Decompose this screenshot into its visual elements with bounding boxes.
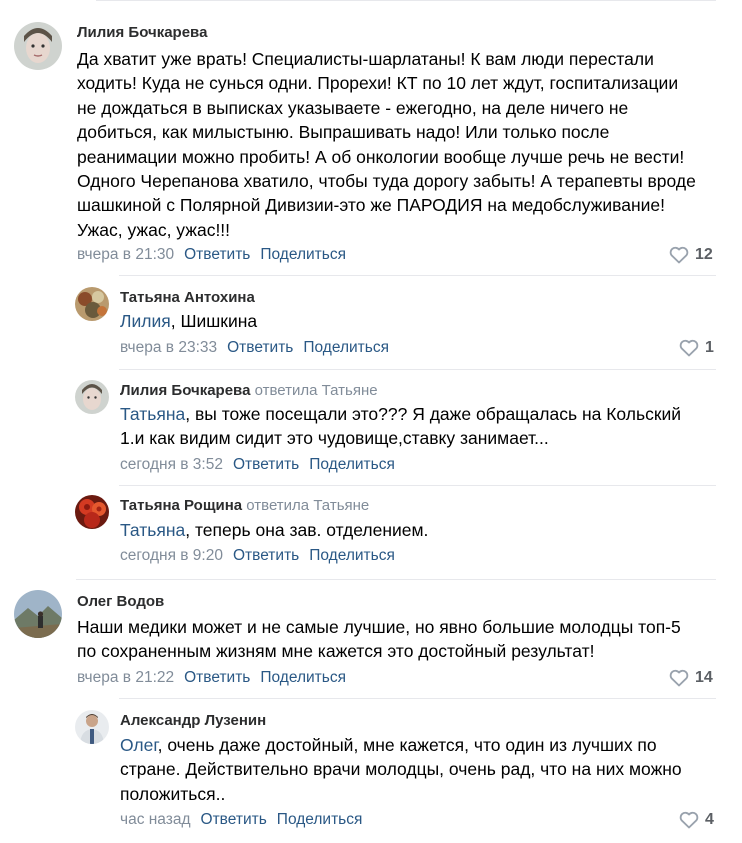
mention-link[interactable]: Татьяна [120,520,185,540]
heart-icon [669,669,689,687]
timestamp[interactable]: вчера в 21:30 [77,246,174,263]
like-count: 14 [695,669,713,686]
timestamp[interactable]: вчера в 21:22 [77,669,174,686]
top-divider [96,0,716,1]
text-line: положиться.. [120,783,226,804]
text-line: , теперь она зав. отделением. [185,520,429,540]
avatar[interactable] [14,590,62,638]
share-button[interactable]: Поделиться [309,456,395,473]
like-button[interactable]: 14 [669,669,713,687]
share-button[interactable]: Поделиться [260,669,346,686]
author-name[interactable]: Татьяна Антохина [120,289,255,306]
text-line: стране. Действительно врачи молодцы, оче… [120,759,682,780]
reply-button[interactable]: Ответить [233,456,299,473]
like-button[interactable]: 1 [679,339,714,357]
like-count: 4 [705,811,714,828]
author-name[interactable]: Олег Водов [77,593,164,610]
mention-link[interactable]: Лилия [120,311,171,331]
mention-link[interactable]: Олег [120,735,158,755]
author-name[interactable]: Лилия Бочкарева [77,24,207,41]
timestamp[interactable]: вчера в 23:33 [120,339,217,356]
avatar[interactable] [75,495,109,529]
heart-icon [669,246,689,264]
timestamp[interactable]: сегодня в 3:52 [120,456,223,473]
replied-to[interactable]: ответила Татьяне [246,497,369,514]
text-line: не дождаться в выписках указываете - еже… [77,97,629,118]
divider [76,579,716,580]
text-line: 1.и как видим сидит это чудовище,ставку … [120,428,549,449]
timestamp[interactable]: час назад [120,811,191,828]
share-button[interactable]: Поделиться [303,339,389,356]
like-button[interactable]: 4 [679,811,714,829]
author-name[interactable]: Лилия Бочкарева [120,382,250,399]
text-line: , Шишкина [170,311,258,331]
avatar[interactable] [75,380,109,414]
comment-text: Лилия, Шишкина [120,309,257,333]
comment-text: Татьяна, вы тоже посещали это??? Я даже … [120,402,681,451]
like-button[interactable]: 12 [669,246,713,264]
text-line: ходить! Куда не сунься одни. Прорехи! КТ… [77,73,679,94]
author-name[interactable]: Татьяна Рощина [120,497,242,514]
comment-text: Да хватит уже врать! Специалисты-шарлата… [77,47,696,242]
text-line: по сохраненным жизням мне кажется это до… [77,641,595,662]
divider [119,698,716,699]
mention-link[interactable]: Татьяна [120,404,185,424]
comment-text: Наши медики может и не самые лучшие, но … [77,615,681,664]
reply-button[interactable]: Ответить [233,547,299,564]
divider [119,369,716,370]
comment-text: Татьяна, теперь она зав. отделением. [120,518,428,542]
share-button[interactable]: Поделиться [277,811,363,828]
avatar[interactable] [14,22,62,70]
text-line: реанимации можно пробить! А об онкологии… [77,146,685,167]
text-line: Наши медики может и не самые лучшие, но … [77,617,681,637]
share-button[interactable]: Поделиться [260,246,346,263]
text-line: Одного Черепанова хватило, чтобы туда до… [77,171,696,192]
author-name[interactable]: Александр Лузенин [120,712,266,729]
reply-button[interactable]: Ответить [184,669,250,686]
reply-button[interactable]: Ответить [184,246,250,263]
text-line: добиться, как милыстыню. Выпрашивать над… [77,122,610,143]
reply-button[interactable]: Ответить [227,339,293,356]
text-line: Ужас, ужас, ужас!!! [77,219,231,240]
like-count: 1 [705,339,714,356]
timestamp[interactable]: сегодня в 9:20 [120,547,223,564]
text-line: , вы тоже посещали это??? Я даже обращал… [185,404,682,424]
like-count: 12 [695,246,713,263]
text-line: Да хватит уже врать! Специалисты-шарлата… [77,49,654,69]
share-button[interactable]: Поделиться [309,547,395,564]
comment-text: Олег, очень даже достойный, мне кажется,… [120,733,682,806]
reply-button[interactable]: Ответить [201,811,267,828]
avatar[interactable] [75,710,109,744]
text-line: , очень даже достойный, мне кажется, что… [157,735,657,755]
divider [119,485,716,486]
heart-icon [679,811,699,829]
replied-to[interactable]: ответила Татьяне [255,382,378,399]
text-line: шашкиной с Полярной Дивизии-это же ПАРОД… [77,195,665,216]
avatar[interactable] [75,287,109,321]
heart-icon [679,339,699,357]
divider [119,275,716,276]
